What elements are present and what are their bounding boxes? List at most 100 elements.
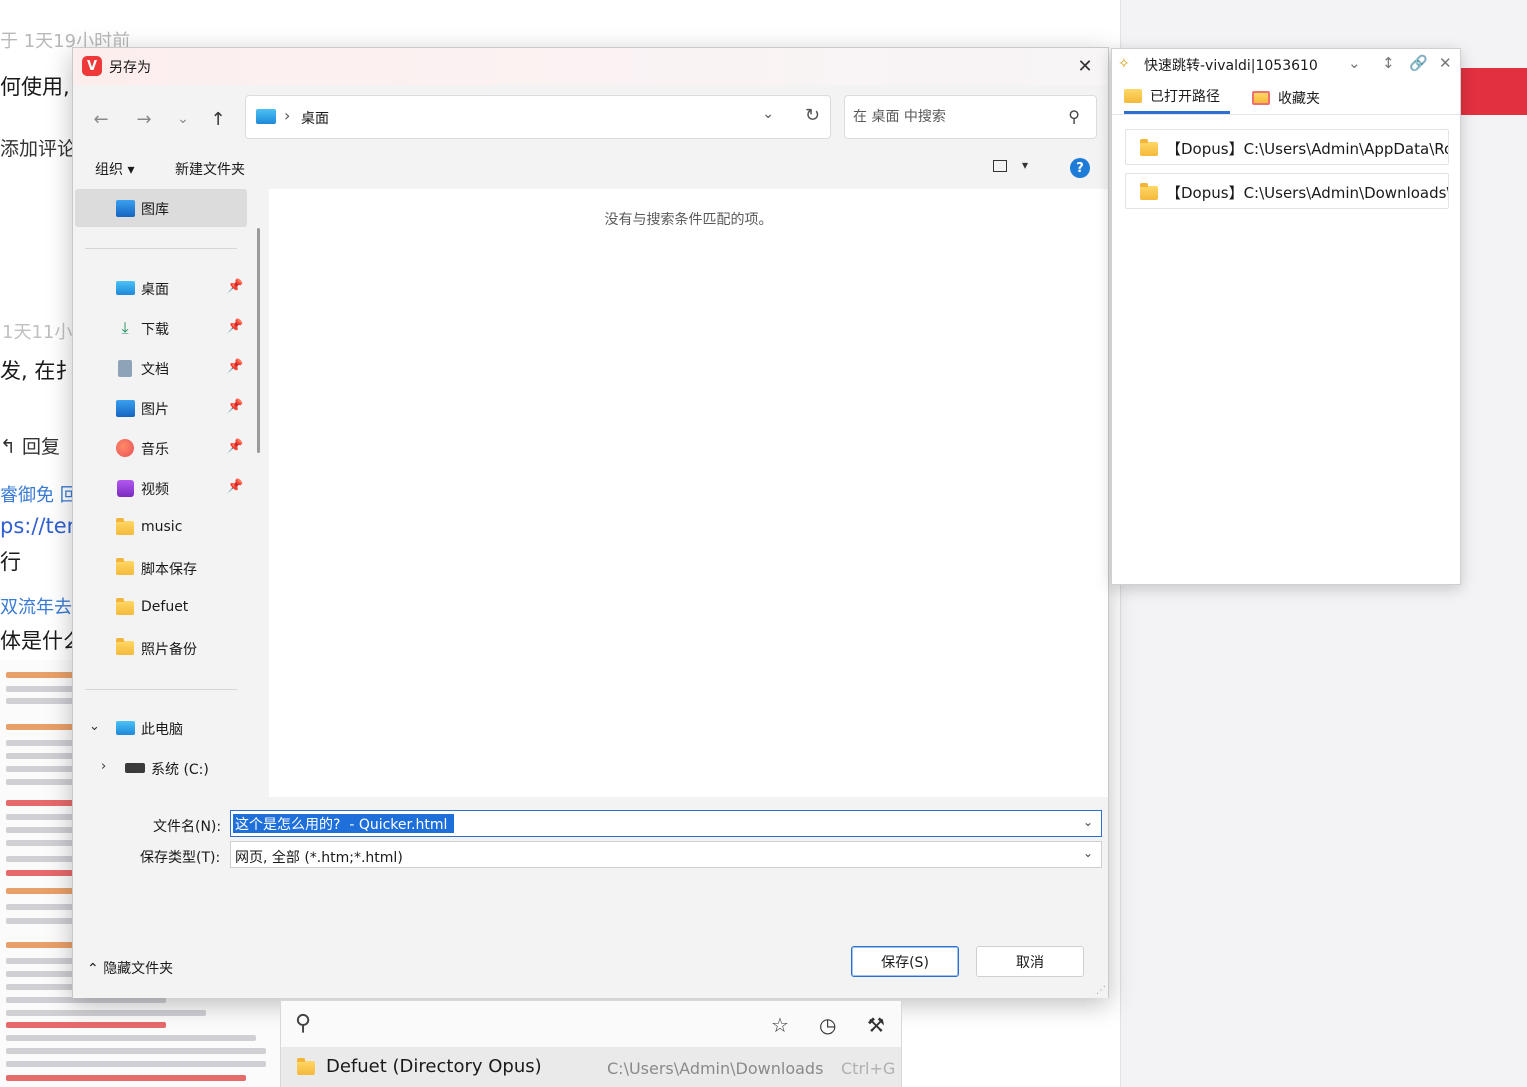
- nav-item-downloads[interactable]: ⤓ 下载 📌: [75, 309, 247, 347]
- close-button[interactable]: ✕: [1062, 48, 1108, 85]
- history-icon[interactable]: ◷: [819, 1013, 836, 1037]
- tab-label: 收藏夹: [1278, 90, 1320, 107]
- background-text: 发, 在扌: [0, 359, 77, 383]
- filename-field[interactable]: ⌄: [230, 810, 1102, 837]
- nav-item-music[interactable]: 音乐 📌: [75, 429, 247, 467]
- nav-item-gallery[interactable]: 图库: [75, 189, 247, 227]
- search-icon[interactable]: ⚲: [1068, 107, 1080, 126]
- chevron-down-icon[interactable]: ⌄: [1083, 846, 1093, 860]
- filename-input[interactable]: [233, 814, 454, 833]
- new-folder-button[interactable]: 新建文件夹: [175, 159, 245, 179]
- chevron-down-icon[interactable]: ⌄: [762, 106, 774, 122]
- nav-item-documents[interactable]: 文档 📌: [75, 349, 247, 387]
- close-icon: ✕: [1077, 56, 1093, 77]
- folder-synced-icon: [115, 558, 135, 577]
- tab-opened-paths[interactable]: 已打开路径: [1124, 81, 1230, 114]
- cancel-button[interactable]: 取消: [976, 946, 1084, 977]
- list-item[interactable]: 【Dopus】C:\Users\Admin\Downloads\I: [1125, 173, 1449, 209]
- background-text: 行: [0, 550, 21, 574]
- download-icon: ⤓: [121, 318, 129, 337]
- nav-item-label: 此电脑: [141, 722, 183, 738]
- breadcrumb-location[interactable]: 桌面: [301, 108, 329, 128]
- link-icon[interactable]: 🔗: [1409, 54, 1428, 72]
- star-icon[interactable]: ☆: [771, 1013, 789, 1037]
- computer-icon: [115, 719, 135, 737]
- tab-favorites[interactable]: 收藏夹: [1252, 81, 1320, 114]
- pin-icon[interactable]: 📌: [227, 279, 243, 294]
- refresh-icon[interactable]: ↻: [805, 105, 820, 126]
- arrow-left-icon: ←: [93, 108, 109, 130]
- nav-item-label: 文档: [141, 362, 169, 378]
- organize-button[interactable]: 组织 ▾: [95, 159, 134, 179]
- list-item[interactable]: 【Dopus】C:\Users\Admin\AppData\Ro: [1125, 129, 1449, 165]
- pin-icon[interactable]: 📌: [227, 399, 243, 414]
- forward-button[interactable]: →: [130, 105, 158, 133]
- hide-folders-toggle[interactable]: ⌃ 隐藏文件夹: [87, 958, 173, 978]
- view-options-dropdown-icon[interactable]: ▾: [1022, 158, 1028, 172]
- background-text: ↰ 回复: [0, 436, 60, 458]
- background-text: 1天11小: [2, 322, 73, 343]
- filetype-select[interactable]: 网页, 全部 (*.htm;*.html) ⌄: [230, 841, 1102, 868]
- nav-item-videos[interactable]: 视频 📌: [75, 469, 247, 507]
- save-form: 文件名(N): ⌄ 保存类型(T): 网页, 全部 (*.htm;*.html)…: [73, 797, 1108, 922]
- search-box[interactable]: ⚲: [844, 95, 1097, 139]
- hide-folders-label: 隐藏文件夹: [103, 961, 174, 977]
- up-button[interactable]: ↑: [204, 105, 232, 133]
- recent-locations-button[interactable]: ⌄: [169, 105, 197, 133]
- nav-divider: [85, 248, 237, 249]
- background-text: 双流年去: [0, 597, 72, 618]
- pin-icon[interactable]: 📌: [227, 359, 243, 374]
- quick-jump-panel: ✧ 快速跳转-vivaldi|1053610 ⌄ ↕ 🔗 ✕ 已打开路径 收藏夹…: [1111, 48, 1461, 585]
- search-input[interactable]: [853, 106, 1053, 128]
- resize-grip-icon[interactable]: ⋰: [1096, 985, 1106, 996]
- quick-panel-title: 快速跳转-vivaldi|1053610: [1144, 58, 1318, 74]
- nav-item-label: Defuet: [141, 599, 189, 615]
- back-button[interactable]: ←: [87, 105, 115, 133]
- background-text: 添加评论: [0, 138, 77, 160]
- empty-results-message: 没有与搜索条件匹配的项。: [604, 212, 773, 228]
- pin-icon[interactable]: 📌: [227, 439, 243, 454]
- nav-item-label: 脚本保存: [141, 562, 197, 578]
- background-red-button[interactable]: [1460, 68, 1527, 115]
- chevron-down-icon[interactable]: ⌄: [1083, 815, 1093, 829]
- video-icon: [115, 479, 135, 497]
- nav-item-label: 系统 (C:): [151, 762, 209, 778]
- pin-icon[interactable]: 📌: [227, 479, 243, 494]
- chevron-down-icon[interactable]: ⌄: [89, 719, 100, 734]
- folder-icon: [1124, 89, 1142, 103]
- desktop-icon: [256, 109, 276, 124]
- nav-item-folder-music[interactable]: music: [75, 509, 247, 547]
- pin-icon[interactable]: 📌: [227, 319, 243, 334]
- view-icon[interactable]: [993, 160, 1007, 172]
- nav-item-system-drive[interactable]: › 系统 (C:): [75, 749, 247, 787]
- close-icon[interactable]: ✕: [1439, 54, 1452, 72]
- dialog-titlebar[interactable]: V 另存为 ✕: [73, 48, 1108, 85]
- quick-panel-header[interactable]: ✧ 快速跳转-vivaldi|1053610 ⌄ ↕ 🔗 ✕: [1112, 49, 1460, 79]
- save-button[interactable]: 保存(S): [851, 946, 959, 977]
- nav-item-folder-scripts[interactable]: 脚本保存: [75, 549, 247, 587]
- nav-item-this-pc[interactable]: ⌄ 此电脑: [75, 709, 247, 747]
- vertical-resize-icon[interactable]: ↕: [1382, 54, 1395, 72]
- navigation-bar: ← → ⌄ ↑ › 桌面 ⌄ ↻ ⚲: [73, 85, 1108, 149]
- nav-pane-scrollbar[interactable]: [257, 228, 260, 453]
- chevron-down-icon[interactable]: ⌄: [1348, 54, 1361, 72]
- breadcrumb-separator-icon: ›: [284, 106, 291, 125]
- nav-item-desktop[interactable]: 桌面 📌: [75, 269, 247, 307]
- tools-icon[interactable]: ⚒: [867, 1013, 885, 1037]
- launcher-bar: ⚲ ☆ ◷ ⚒ Defuet (Directory Opus) C:\Users…: [280, 1000, 902, 1087]
- launcher-result-row[interactable]: Defuet (Directory Opus) C:\Users\Admin\D…: [281, 1047, 901, 1087]
- vivaldi-icon: V: [82, 56, 102, 76]
- search-icon[interactable]: ⚲: [295, 1011, 311, 1036]
- nav-item-pictures[interactable]: 图片 📌: [75, 389, 247, 427]
- folder-icon: [115, 638, 135, 657]
- nav-item-folder-defuet[interactable]: Defuet: [75, 589, 247, 627]
- desktop-icon: [115, 279, 135, 297]
- music-icon: [115, 439, 135, 457]
- file-list-pane[interactable]: 没有与搜索条件匹配的项。: [269, 189, 1108, 797]
- nav-divider: [85, 689, 237, 690]
- address-bar[interactable]: › 桌面 ⌄ ↻: [245, 95, 831, 139]
- nav-item-folder-photo-backup[interactable]: 照片备份: [75, 629, 247, 667]
- nav-item-label: 图片: [141, 402, 169, 418]
- chevron-right-icon[interactable]: ›: [101, 759, 106, 774]
- help-icon[interactable]: ?: [1070, 158, 1090, 178]
